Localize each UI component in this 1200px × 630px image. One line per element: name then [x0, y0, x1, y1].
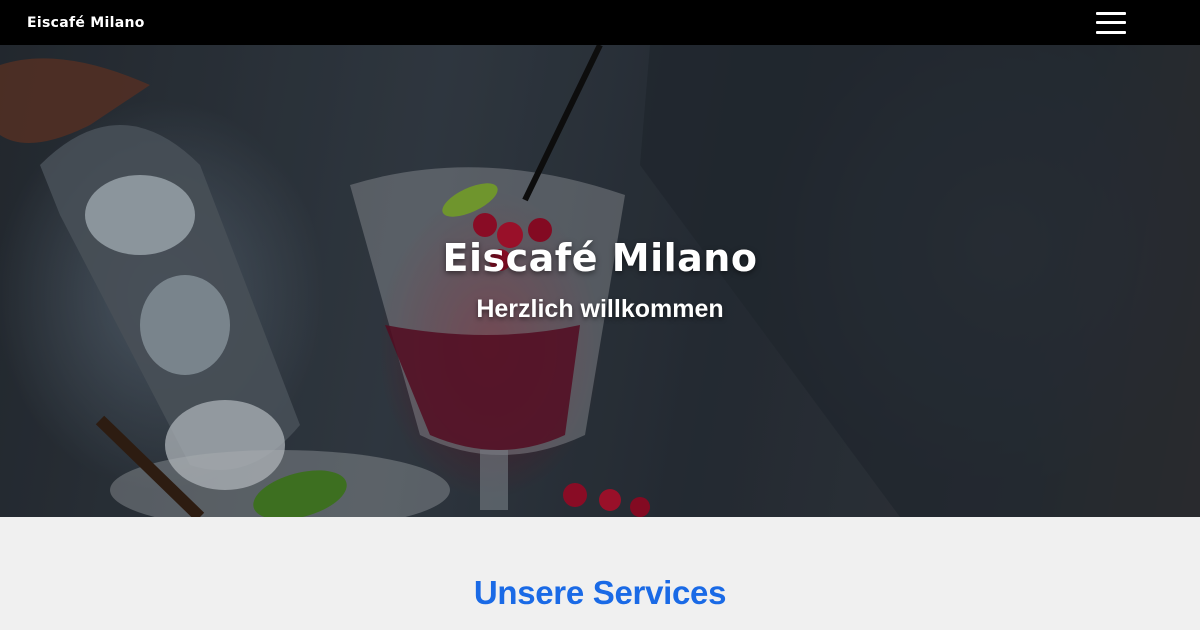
hamburger-menu-icon[interactable] — [1096, 11, 1126, 34]
services-heading: Unsere Services — [473, 574, 727, 611]
menu-bar — [1096, 11, 1126, 15]
brand-link[interactable]: Eiscafé Milano — [27, 15, 145, 31]
hero-subtitle: Herzlich willkommen — [476, 295, 724, 323]
hero-title: Eiscafé Milano — [442, 236, 758, 280]
top-navbar: Eiscafé Milano — [0, 0, 1200, 45]
hero-overlay — [0, 45, 1200, 517]
hero-banner: Eiscafé Milano Herzlich willkommen — [0, 45, 1200, 517]
menu-bar — [1096, 21, 1126, 24]
services-section: Unsere Services — [0, 517, 1200, 630]
menu-bar — [1096, 30, 1126, 34]
